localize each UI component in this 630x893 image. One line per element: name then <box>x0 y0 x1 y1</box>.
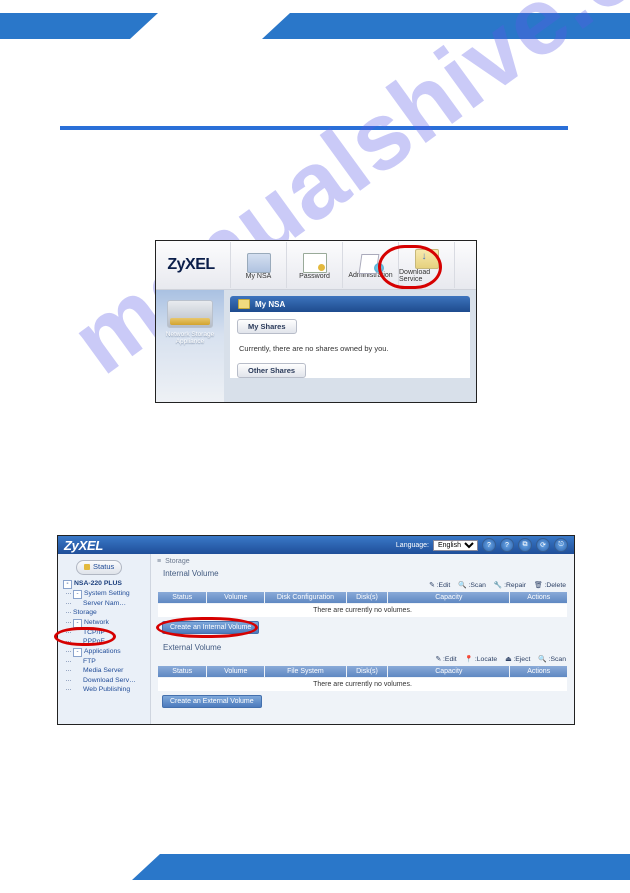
th-fs: File System <box>265 666 346 677</box>
action-edit[interactable]: ✎ :Edit <box>429 582 450 589</box>
footer-bar <box>160 854 630 880</box>
tree-item-storage[interactable]: Storage <box>63 608 148 618</box>
status-icon <box>84 564 90 570</box>
action-locate[interactable]: 📍 :Locate <box>465 656 498 663</box>
header-left-bar <box>0 13 130 39</box>
no-volumes-message: There are currently no volumes. <box>158 604 567 617</box>
no-volumes-message: There are currently no volumes. <box>158 678 567 691</box>
th-status: Status <box>158 592 206 603</box>
tree-item-servername[interactable]: Server Nam… <box>63 599 148 609</box>
action-edit[interactable]: ✎ :Edit <box>435 656 456 663</box>
label: Password <box>299 273 330 280</box>
language-select[interactable]: English <box>433 540 478 551</box>
tree-item-network[interactable]: -Network <box>63 618 148 628</box>
language-label: Language: <box>396 542 429 549</box>
storage-content: ≡Storage Internal Volume ✎ :Edit 🔍 :Scan… <box>151 554 574 724</box>
red-highlight-administration <box>378 245 442 289</box>
device-label: Network Storage Appliance <box>156 332 224 346</box>
tree-item-ftp[interactable]: FTP <box>63 657 148 667</box>
fig1-sidebar: Network Storage Appliance <box>156 290 224 402</box>
th-diskconf: Disk Configuration <box>265 592 346 603</box>
action-scan[interactable]: 🔍 :Scan <box>458 582 486 589</box>
th-volume: Volume <box>207 592 264 603</box>
my-nsa-icon <box>247 253 271 273</box>
red-highlight-storage <box>54 627 116 646</box>
top-icon-2[interactable]: ? <box>500 538 514 552</box>
my-shares-tab[interactable]: My Shares <box>237 319 297 334</box>
breadcrumb: ≡Storage <box>157 558 568 565</box>
internal-actions: ✎ :Edit 🔍 :Scan 🔧 :Repair 🗑 :Delete <box>157 581 566 589</box>
panel-header: My NSA <box>230 296 470 312</box>
th-disks: Disk(s) <box>347 592 387 603</box>
top-toolbar: ZyXEL My NSA Password Administration Dow… <box>156 241 476 290</box>
footer-wedge <box>132 854 160 880</box>
th-capacity: Capacity <box>388 592 509 603</box>
tree-root[interactable]: -NSA-220 PLUS <box>63 579 148 589</box>
th-actions: Actions <box>510 666 567 677</box>
device-icon <box>167 300 213 328</box>
action-eject[interactable]: ⏏ :Eject <box>505 656 530 663</box>
header-left-wedge <box>130 13 158 39</box>
header-right-wedge <box>262 13 290 39</box>
fig1-content: My NSA My Shares Currently, there are no… <box>224 290 476 402</box>
internal-volume-table: Status Volume Disk Configuration Disk(s)… <box>157 591 568 618</box>
folder-icon <box>238 299 250 309</box>
label: My NSA <box>246 273 272 280</box>
create-external-volume-button[interactable]: Create an External Volume <box>162 695 262 708</box>
password-icon <box>303 253 327 273</box>
tree-item-applications[interactable]: -Applications <box>63 647 148 657</box>
th-capacity: Capacity <box>388 666 509 677</box>
th-status: Status <box>158 666 206 677</box>
horizontal-rule <box>60 126 568 130</box>
tree-item-download[interactable]: Download Serv… <box>63 676 148 686</box>
zyxel-logo: ZyXEL <box>156 256 226 274</box>
top-icon-5[interactable]: ⎋ <box>554 538 568 552</box>
top-icon-4[interactable]: ⟳ <box>536 538 550 552</box>
figure-2-screenshot: ZyXEL Language: English ? ? ⧉ ⟳ ⎋ Status… <box>57 535 575 725</box>
th-volume: Volume <box>207 666 264 677</box>
breadcrumb-icon: ≡ <box>157 558 161 565</box>
tree-item-media[interactable]: Media Server <box>63 666 148 676</box>
tree-item-webpub[interactable]: Web Publishing <box>63 685 148 695</box>
my-nsa-button[interactable]: My NSA <box>230 242 286 288</box>
panel-title: My NSA <box>255 300 285 309</box>
th-disks: Disk(s) <box>347 666 387 677</box>
other-shares-tab[interactable]: Other Shares <box>237 363 306 378</box>
section-external-title: External Volume <box>163 643 568 652</box>
no-shares-message: Currently, there are no shares owned by … <box>239 344 461 353</box>
label: Status <box>93 562 114 573</box>
action-scan[interactable]: 🔍 :Scan <box>538 656 566 663</box>
red-highlight-create-internal <box>156 617 258 638</box>
th-actions: Actions <box>510 592 567 603</box>
password-button[interactable]: Password <box>286 242 342 288</box>
tree-item-system[interactable]: -System Setting <box>63 589 148 599</box>
header-right-bar <box>290 13 630 39</box>
fig2-topbar: ZyXEL Language: English ? ? ⧉ ⟳ ⎋ <box>58 536 574 554</box>
section-internal-title: Internal Volume <box>163 569 568 578</box>
nav-sidebar: Status -NSA-220 PLUS -System Setting Ser… <box>58 554 151 724</box>
action-repair[interactable]: 🔧 :Repair <box>494 582 526 589</box>
status-button[interactable]: Status <box>76 560 122 575</box>
external-actions: ✎ :Edit 📍 :Locate ⏏ :Eject 🔍 :Scan <box>157 655 566 663</box>
top-icon-3[interactable]: ⧉ <box>518 538 532 552</box>
action-delete[interactable]: 🗑 :Delete <box>534 582 566 589</box>
external-volume-table: Status Volume File System Disk(s) Capaci… <box>157 665 568 692</box>
figure-1-screenshot: ZyXEL My NSA Password Administration Dow… <box>155 240 477 403</box>
zyxel-logo: ZyXEL <box>64 538 103 553</box>
top-icon-1[interactable]: ? <box>482 538 496 552</box>
